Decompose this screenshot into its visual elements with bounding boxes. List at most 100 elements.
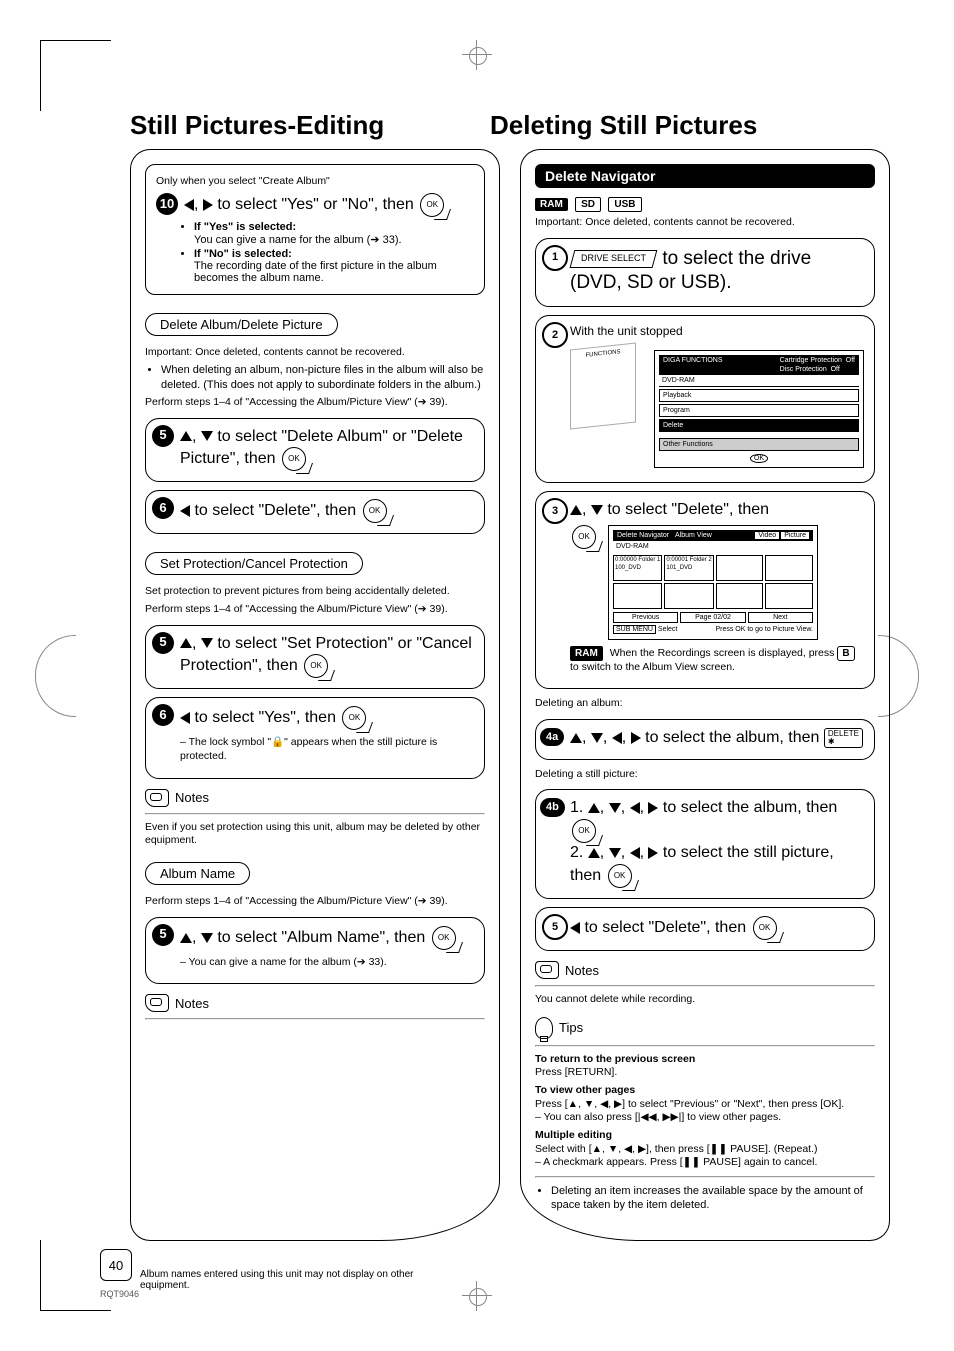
- step-3-badge: 3: [542, 498, 568, 524]
- create-album-only: Only when you select "Create Album": [156, 175, 474, 189]
- delete-navigator-bar: Delete Navigator: [535, 164, 875, 188]
- step5c-sub: – You can give a name for the album (➔ 3…: [180, 956, 474, 970]
- right-step1: 1 DRIVE SELECT to select the drive (DVD,…: [535, 238, 875, 307]
- notes-heading: Notes: [175, 996, 209, 1011]
- step-6-badge: 6: [152, 704, 174, 726]
- left-column: Only when you select "Create Album" 10 ,…: [130, 149, 500, 1241]
- ok-icon: OK: [342, 706, 366, 730]
- triangle-right-icon: [203, 199, 213, 211]
- delete-key-icon[interactable]: DELETE ✱: [824, 728, 863, 748]
- right-step3: 3 , to select "Delete", then ▲, ▼ to sel…: [535, 491, 875, 689]
- setprot-body1: Set protection to prevent pictures from …: [145, 585, 485, 599]
- delete-album-pill: Delete Album/Delete Picture: [145, 313, 338, 336]
- page-number: 40: [100, 1249, 132, 1281]
- notes-heading: Notes: [565, 963, 599, 978]
- delete-perform: Perform steps 1–4 of "Accessing the Albu…: [145, 396, 485, 410]
- triangle-left-icon: [180, 505, 190, 517]
- left-step5c: 5 , to select "Album Name", then OK – Yo…: [145, 917, 485, 985]
- tips-heading: Tips: [559, 1020, 583, 1035]
- triangle-left-icon: [570, 922, 580, 934]
- ok-icon: OK: [304, 654, 328, 678]
- ok-icon: OK: [572, 525, 596, 549]
- if-no: If "No" is selected:The recording date o…: [194, 248, 474, 284]
- right-step4a: 4a , , , to select the album, then DELET…: [535, 719, 875, 760]
- notes-icon: [535, 961, 559, 979]
- tip2-h: To view other pages: [535, 1084, 635, 1096]
- tip2-b1: Press [▲, ▼, ◀, ▶] to select "Previous" …: [535, 1098, 844, 1110]
- b-key[interactable]: B: [837, 646, 854, 661]
- notes-icon: [145, 789, 169, 807]
- set-protection-pill: Set Protection/Cancel Protection: [145, 552, 363, 575]
- album-footer-note: Album names entered using this unit may …: [140, 1269, 420, 1291]
- step-2-badge: 2: [542, 322, 568, 348]
- triangle-up-icon: [180, 933, 192, 943]
- final-note: Deleting an item increases the available…: [551, 1184, 875, 1213]
- notes-body: You cannot delete while recording.: [535, 993, 875, 1007]
- osd-functions: DIGA FUNCTIONSCartridge Protection Off D…: [654, 350, 864, 469]
- step-10-text: , ◀, ▶ to select "Yes" or "No", then to …: [184, 196, 446, 213]
- ok-icon: OK: [282, 447, 306, 471]
- left-step6a: 6 to select "Delete", then OK ◀ to selec…: [145, 490, 485, 534]
- album-name-pill: Album Name: [145, 862, 250, 885]
- step-5-badge: 5: [542, 914, 568, 940]
- tip2-b2: – You can also press [|◀◀, ▶▶|] to view …: [535, 1111, 781, 1123]
- right-step4b: 4b 1. , , , to select the album, then OK…: [535, 789, 875, 899]
- triangle-down-icon: [201, 431, 213, 441]
- ok-icon: OK: [420, 193, 444, 217]
- left-step6b: 6 to select "Yes", then OK – The lock sy…: [145, 697, 485, 778]
- title-right: Deleting Still Pictures: [490, 110, 757, 141]
- tip1-h: To return to the previous screen: [535, 1053, 695, 1065]
- setprot-body2: Perform steps 1–4 of "Accessing the Albu…: [145, 603, 485, 617]
- step-1-badge: 1: [542, 245, 568, 271]
- if-yes: If "Yes" is selected:You can give a name…: [194, 221, 474, 246]
- step-4a-badge: 4a: [540, 728, 564, 746]
- delete-bullet: When deleting an album, non-picture file…: [161, 363, 485, 392]
- functions-diagram-icon: FUNCTIONS: [570, 342, 636, 429]
- badge-ram: RAM: [570, 646, 603, 661]
- step-5-badge: 5: [152, 632, 174, 654]
- delete-important: Important: Once deleted, contents cannot…: [145, 346, 485, 360]
- ok-icon: OK: [432, 926, 456, 950]
- badge-sd: SD: [575, 197, 601, 212]
- right-step2: 2 With the unit stopped FUNCTIONS DIGA F…: [535, 315, 875, 483]
- step-5-badge: 5: [152, 924, 174, 946]
- lock-note: – The lock symbol "🔒" appears when the s…: [180, 736, 474, 763]
- step-4b-badge: 4b: [540, 798, 565, 816]
- title-left: Still Pictures-Editing: [130, 110, 450, 141]
- left-step5a: 5 , to select "Delete Album" or "Delete …: [145, 418, 485, 483]
- step2-head: With the unit stopped: [570, 324, 683, 338]
- deleting-still-head: Deleting a still picture:: [535, 768, 875, 782]
- tip1-b: Press [RETURN].: [535, 1066, 617, 1078]
- right-step5: 5 to select "Delete", then OK ◀ to selec…: [535, 907, 875, 951]
- triangle-down-icon: [201, 933, 213, 943]
- ram-note: RAM When the Recordings screen is displa…: [570, 646, 864, 675]
- triangle-up-icon: [180, 431, 192, 441]
- ok-icon: OK: [608, 864, 632, 888]
- osd-delete-navigator: Delete Navigator Album View VideoPicture…: [608, 525, 818, 639]
- drive-select-button[interactable]: DRIVE SELECT: [570, 250, 658, 268]
- ok-icon: OK: [363, 499, 387, 523]
- right-column: Delete Navigator RAM SD USB Important: O…: [520, 149, 890, 1241]
- step-10-badge: 10: [156, 193, 178, 215]
- left-step5b: 5 , to select "Set Protection" or "Cance…: [145, 625, 485, 690]
- badge-usb: USB: [608, 197, 641, 212]
- doc-id: RQT9046: [100, 1289, 139, 1299]
- albumname-body: Perform steps 1–4 of "Accessing the Albu…: [145, 895, 485, 909]
- media-badges: RAM SD USB: [535, 196, 875, 212]
- triangle-left-icon: [184, 199, 194, 211]
- triangle-up-icon: [180, 638, 192, 648]
- notes1-body: Even if you set protection using this un…: [145, 821, 485, 848]
- triangle-down-icon: [201, 638, 213, 648]
- deleting-album-head: Deleting an album:: [535, 697, 875, 711]
- step-5-badge: 5: [152, 425, 174, 447]
- right-important: Important: Once deleted, contents cannot…: [535, 216, 875, 230]
- tips-icon: [535, 1017, 553, 1039]
- tip3-b1: Select with [▲, ▼, ◀, ▶], then press [❚❚…: [535, 1143, 818, 1155]
- badge-ram: RAM: [535, 198, 568, 211]
- triangle-left-icon: [180, 712, 190, 724]
- triangle-up-icon: [570, 505, 582, 515]
- tip3-b2: – A checkmark appears. Press [❚❚ PAUSE] …: [535, 1156, 817, 1168]
- tip3-h: Multiple editing: [535, 1129, 612, 1141]
- triangle-down-icon: [591, 505, 603, 515]
- notes-icon: [145, 994, 169, 1012]
